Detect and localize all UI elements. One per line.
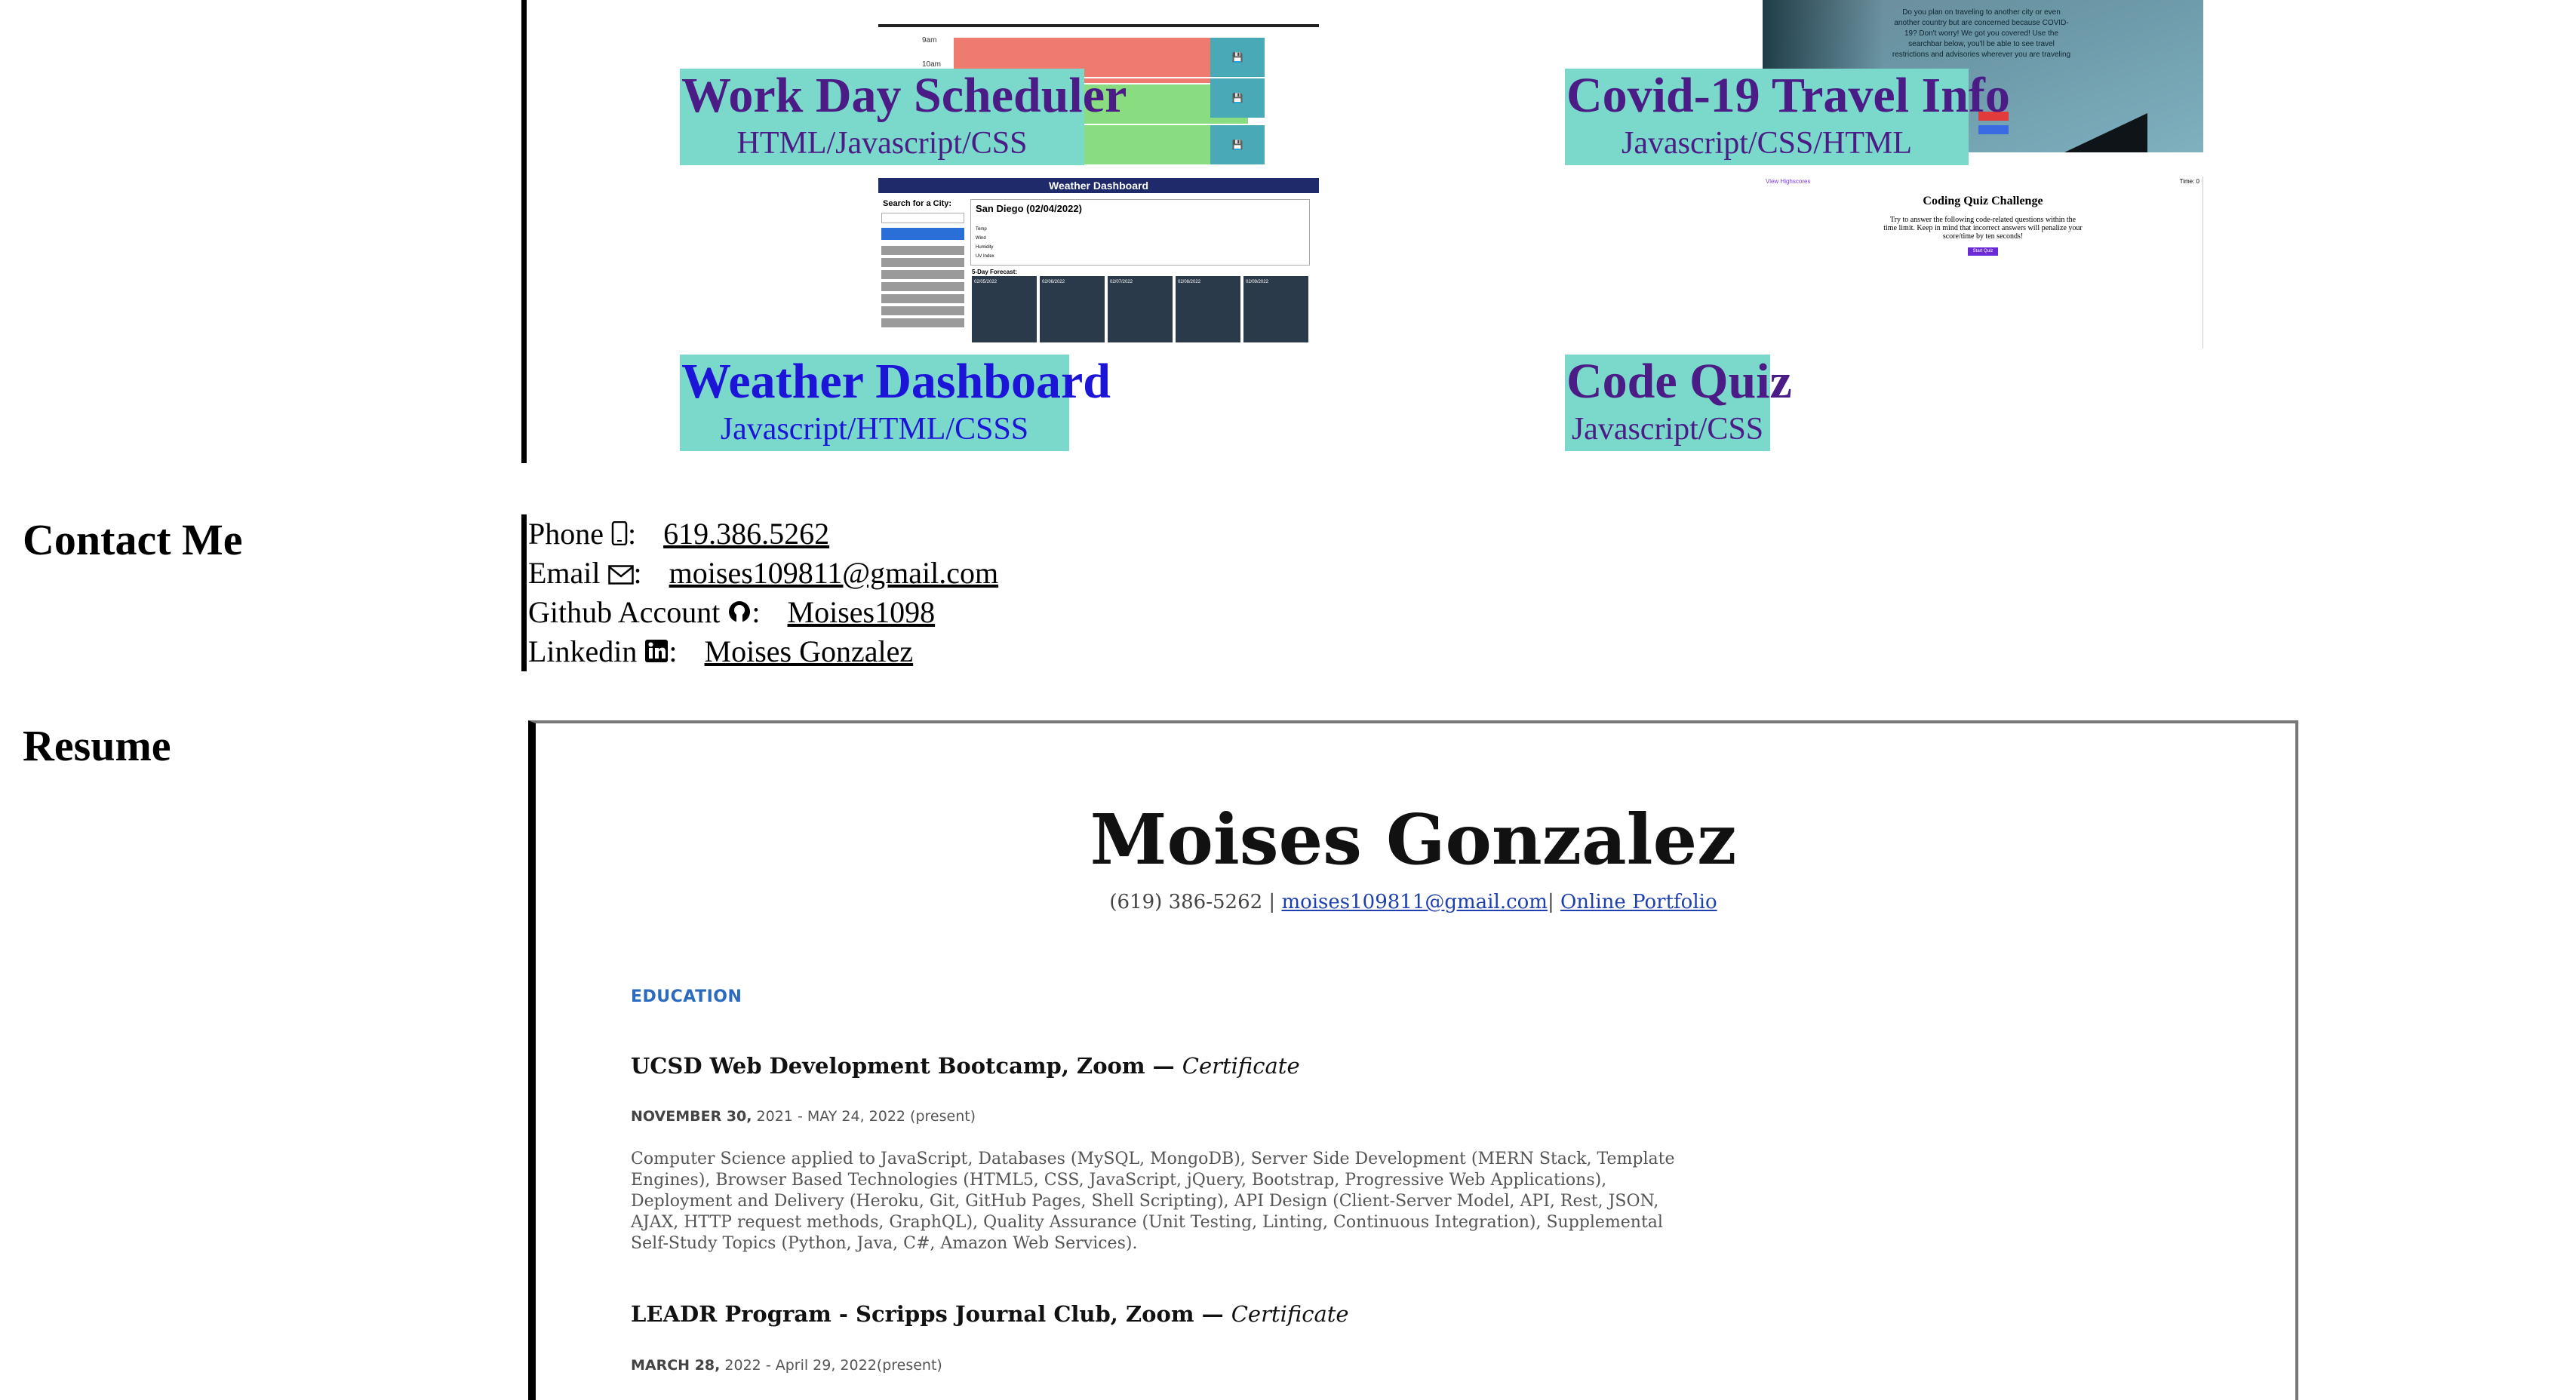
resume-name: Moises Gonzalez (1090, 799, 1737, 880)
weather-current-title: San Diego (02/04/2022) (976, 203, 1082, 214)
projects-border (521, 0, 527, 463)
resume-entry-title: UCSD Web Development Bootcamp, Zoom — Ce… (631, 1053, 1300, 1079)
contact-phone-row: Phone : 619.386.5262 (528, 514, 829, 555)
resume-entry-title-text: UCSD Web Development Bootcamp, Zoom — (631, 1053, 1175, 1079)
weather-current-stat: Humidity (976, 245, 994, 250)
weather-search-button (881, 228, 964, 240)
weather-history-city (881, 270, 964, 279)
resume-entry-title-text: LEADR Program - Scripps Journal Club, Zo… (631, 1301, 1224, 1327)
weather-dashboard-tech: Javascript/HTML/CSSS (720, 412, 1029, 447)
resume-divider: | (1547, 891, 1554, 913)
github-link[interactable]: Moises1098 (788, 595, 936, 629)
weather-history-city (881, 294, 964, 303)
covid-travel-caption: Covid-19 Travel Info Javascript/CSS/HTML (1565, 69, 2010, 165)
quiz-timer: Time: 0 (2179, 178, 2199, 185)
covid-travel-tech: Javascript/CSS/HTML (1622, 126, 1912, 161)
contact-heading: Contact Me (23, 515, 243, 564)
scheduler-save-button: 💾 (1210, 125, 1265, 164)
weather-current-stat: Temp (976, 227, 987, 232)
linkedin-icon (644, 634, 669, 673)
covid-intro-text: Do you plan on traveling to another city… (1892, 8, 2071, 59)
quiz-start-button: Start Quiz (1968, 247, 1998, 256)
code-quiz-link[interactable]: Code Quiz (1565, 355, 1792, 409)
resume-phone: (619) 386-5262 | (1109, 891, 1276, 913)
work-day-scheduler-link[interactable]: Work Day Scheduler (680, 69, 1127, 123)
contact-email-row: Email : moises109811@gmail.com (528, 554, 998, 594)
phone-icon (611, 516, 628, 555)
resume-entry-date-rest: 2022 - April 29, 2022(present) (724, 1357, 942, 1374)
work-day-scheduler-caption: Work Day Scheduler HTML/Javascript/CSS (680, 69, 1127, 165)
phone-label: Phone (528, 517, 604, 551)
contact-github-row: Github Account : Moises1098 (528, 593, 935, 634)
quiz-title: Coding Quiz Challenge (1923, 195, 2043, 207)
resume-entry-title: LEADR Program - Scripps Journal Club, Zo… (631, 1301, 1349, 1327)
weather-forecast-day: 02/07/2022 (1108, 276, 1173, 342)
weather-dashboard-caption: Weather Dashboard Javascript/HTML/CSSS (680, 355, 1111, 451)
resume-entry-date-start: MARCH 28, (631, 1357, 721, 1374)
resume-embed[interactable]: Moises Gonzalez (619) 386-5262 | moises1… (528, 720, 2298, 1400)
contact-border (521, 514, 527, 671)
scheduler-save-button: 💾 (1210, 38, 1265, 77)
code-quiz-thumbnail[interactable]: View Highscores Time: 0 Coding Quiz Chal… (1763, 177, 2203, 348)
linkedin-label: Linkedin (528, 634, 638, 668)
weather-current-panel: San Diego (02/04/2022) Temp Wind Humidit… (970, 199, 1310, 266)
resume-entry-date: MARCH 28, 2022 - April 29, 2022(present) (631, 1357, 942, 1374)
weather-forecast-day: 02/09/2022 (1243, 276, 1308, 342)
weather-history-city (881, 258, 964, 267)
weather-current-stat: UV Index (976, 254, 994, 259)
code-quiz-caption: Code Quiz Javascript/CSS (1565, 355, 1792, 451)
quiz-description: Try to answer the following code-related… (1883, 216, 2083, 241)
weather-search-label: Search for a City: (883, 199, 952, 208)
weather-forecast-day: 02/05/2022 (972, 276, 1037, 342)
weather-dashboard-link[interactable]: Weather Dashboard (680, 355, 1111, 409)
scheduler-save-button: 💾 (1210, 78, 1265, 118)
phone-separator: : (628, 517, 637, 551)
code-quiz-tech: Javascript/CSS (1571, 412, 1764, 447)
covid-reset-button (1978, 125, 2009, 134)
resume-portfolio-link[interactable]: Online Portfolio (1560, 891, 1717, 913)
weather-search-input (881, 213, 964, 223)
quiz-highscores-link: View Highscores (1766, 178, 1811, 185)
airplane-wing-icon (2064, 113, 2147, 152)
resume-entry-credential: Certificate (1231, 1301, 1349, 1327)
resume-entry-date: NOVEMBER 30, 2021 - MAY 24, 2022 (presen… (631, 1108, 976, 1125)
weather-forecast-day: 02/06/2022 (1040, 276, 1105, 342)
resume-heading: Resume (23, 721, 171, 770)
email-link[interactable]: moises109811@gmail.com (669, 556, 998, 590)
email-separator: : (633, 556, 642, 590)
work-day-scheduler-tech: HTML/Javascript/CSS (736, 126, 1028, 161)
resume-entry-date-start: NOVEMBER 30, (631, 1108, 752, 1125)
covid-travel-link[interactable]: Covid-19 Travel Info (1565, 69, 2010, 123)
resume-entry-description: Computer Science applied to JavaScript, … (631, 1150, 1675, 1253)
resume-education-label: EDUCATION (631, 987, 742, 1006)
linkedin-link[interactable]: Moises Gonzalez (705, 634, 914, 668)
scheduler-hour-label: 9am (922, 36, 937, 45)
weather-history-city (881, 318, 964, 327)
github-icon (727, 594, 752, 634)
weather-history-city (881, 246, 964, 255)
weather-current-stat: Wind (976, 236, 986, 241)
weather-forecast-day: 02/08/2022 (1176, 276, 1240, 342)
scheduler-header-line (878, 24, 1319, 27)
weather-forecast-label: 5-Day Forecast: (972, 269, 1018, 275)
weather-history-city (881, 282, 964, 291)
resume-email-link[interactable]: moises109811@gmail.com (1281, 891, 1548, 913)
linkedin-separator: : (669, 634, 678, 668)
github-separator: : (752, 595, 761, 629)
resume-entry-credential: Certificate (1182, 1053, 1300, 1079)
resume-contact-line: (619) 386-5262 | moises109811@gmail.com|… (536, 891, 2295, 913)
weather-history-city (881, 306, 964, 315)
phone-link[interactable]: 619.386.5262 (663, 517, 829, 551)
github-label: Github Account (528, 595, 721, 629)
contact-linkedin-row: Linkedin : Moises Gonzalez (528, 632, 913, 673)
resume-entry-date-rest: 2021 - MAY 24, 2022 (present) (756, 1108, 976, 1125)
weather-header: Weather Dashboard (878, 178, 1319, 193)
envelope-icon (607, 555, 634, 594)
email-label: Email (528, 556, 601, 590)
